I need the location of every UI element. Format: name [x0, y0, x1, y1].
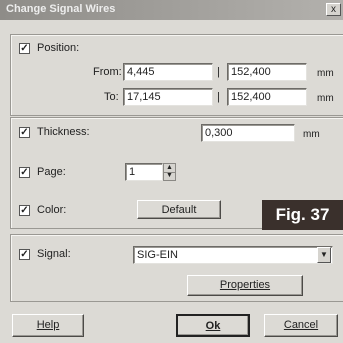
position-group: ✓ Position: From: 4,445 | 152,400 mm To:…	[10, 34, 343, 116]
close-button[interactable]: x	[326, 3, 341, 16]
thickness-checkbox[interactable]: ✓	[19, 127, 30, 138]
signal-checkbox[interactable]: ✓	[19, 249, 30, 260]
signal-group: ✓ Signal: SIG-EIN ▼ Properties	[10, 234, 343, 302]
signal-properties-button[interactable]: Properties	[187, 275, 303, 296]
checkmark-icon: ✓	[20, 205, 29, 216]
from-y-input[interactable]: 152,400	[227, 63, 307, 81]
help-button[interactable]: Help	[12, 314, 84, 337]
page-checkbox[interactable]: ✓	[19, 167, 30, 178]
to-y-input[interactable]: 152,400	[227, 88, 307, 106]
from-separator: |	[217, 66, 220, 78]
help-label: Help	[36, 319, 60, 331]
color-checkbox[interactable]: ✓	[19, 205, 30, 216]
cancel-label: Cancel	[283, 319, 319, 331]
color-default-button[interactable]: Default	[137, 200, 221, 219]
signal-select[interactable]: SIG-EIN	[133, 246, 333, 264]
to-label: To:	[104, 91, 119, 103]
from-unit: mm	[317, 68, 334, 79]
thickness-input[interactable]: 0,300	[201, 124, 295, 142]
window-title: Change Signal Wires	[6, 3, 116, 15]
checkmark-icon: ✓	[20, 249, 29, 260]
checkmark-icon: ✓	[20, 127, 29, 138]
title-bar: Change Signal Wires x	[0, 0, 343, 20]
thickness-unit: mm	[303, 129, 320, 140]
signal-label: Signal:	[37, 248, 71, 260]
spin-down-icon[interactable]: ▼	[164, 172, 175, 180]
properties-label: Properties	[219, 279, 271, 291]
color-label: Color:	[37, 204, 67, 216]
from-x-input[interactable]: 4,445	[123, 63, 213, 81]
change-signal-wires-dialog: Change Signal Wires x ✓ Position: From: …	[0, 0, 343, 343]
cancel-button[interactable]: Cancel	[264, 314, 338, 337]
page-label: Page:	[37, 166, 66, 178]
figure-label: Fig. 37	[262, 200, 343, 230]
ok-button[interactable]: Ok	[176, 314, 250, 337]
position-checkbox[interactable]: ✓	[19, 43, 30, 54]
to-separator: |	[217, 91, 220, 103]
from-label: From:	[93, 66, 122, 78]
page-input[interactable]: 1	[125, 163, 163, 181]
position-label: Position:	[37, 42, 80, 54]
thickness-label: Thickness:	[37, 126, 90, 138]
ok-label: Ok	[205, 320, 221, 332]
checkmark-icon: ✓	[20, 167, 29, 178]
checkmark-icon: ✓	[20, 43, 29, 54]
chevron-down-icon[interactable]: ▼	[317, 247, 331, 263]
to-unit: mm	[317, 93, 334, 104]
to-x-input[interactable]: 17,145	[123, 88, 213, 106]
page-spinner[interactable]: ▲ ▼	[163, 163, 176, 181]
